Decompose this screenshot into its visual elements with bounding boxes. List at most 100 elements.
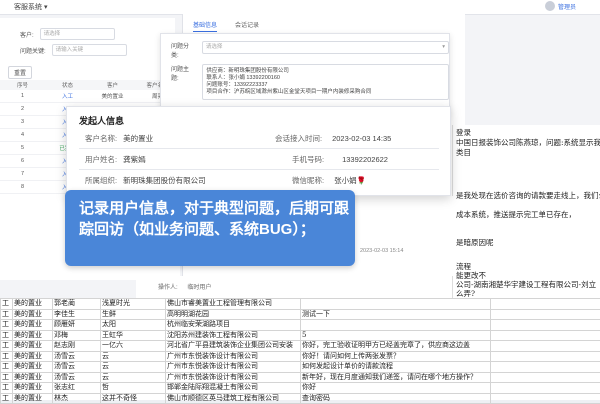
sheet-cell: 汤雪云 bbox=[53, 351, 101, 362]
wechat-value: 张小娟🌹 bbox=[334, 176, 366, 185]
sheet-cell: 林杰 bbox=[53, 393, 101, 404]
sheet-cell: 美的置业 bbox=[13, 362, 53, 373]
table-cell: 5 bbox=[0, 145, 45, 151]
sheet-cell: 云 bbox=[101, 372, 166, 383]
sheet-cell: 美的置业 bbox=[13, 299, 53, 310]
sheet-cell: 美的置业 bbox=[13, 309, 53, 320]
sheet-cell: 浅夏时光 bbox=[101, 299, 166, 310]
sheet-cell: 新年好，现在月度通知我们递签，请问在哪个地方操作？ bbox=[301, 372, 491, 383]
sheet-cell: 工 bbox=[1, 351, 13, 362]
sheet-cell: 工 bbox=[1, 383, 13, 394]
sheet-cell: 哲 bbox=[101, 383, 166, 394]
company-value: 新明珠集团股份有限公司 bbox=[123, 176, 206, 185]
sheet-row: 工美的置业张志红哲邯郸金陆际翔混凝土有限公司你好 bbox=[1, 383, 600, 394]
table-cell: 2 bbox=[0, 106, 45, 112]
sheet-cell bbox=[491, 372, 600, 383]
sheet-cell: 一亿六 bbox=[101, 341, 166, 352]
customer-filter-label: 客户: bbox=[20, 30, 34, 39]
sheet-cell: 李佳生 bbox=[53, 309, 101, 320]
topic-line: 联系人：张小娟 13392200160 bbox=[206, 75, 445, 82]
reset-button[interactable]: 重置 bbox=[8, 66, 32, 79]
sheet-cell: 工 bbox=[1, 320, 13, 331]
sheet-cell: 你好！请问如何上传两张发票？ bbox=[301, 351, 491, 362]
customer-filter-input[interactable]: 请选择 bbox=[40, 28, 115, 40]
operator-label: 操作人: 临时用户 bbox=[158, 282, 211, 291]
sheet-cell: 工 bbox=[1, 309, 13, 320]
customer-name-field: 客户名称:美的置业 bbox=[85, 133, 153, 144]
sheet-cell: 杭州临安荣湖路项目 bbox=[166, 320, 301, 331]
sheet-cell: 美的置业 bbox=[13, 372, 53, 383]
sheet-row: 工美的置业汤雪云云广州市东悦装饰设计有限公司如何发起设计单价的请款流程 bbox=[1, 362, 600, 373]
col-header: 状态 bbox=[45, 81, 90, 89]
session-time-value: 2023-02-03 14:35 bbox=[332, 134, 391, 143]
sheet-cell: 工 bbox=[1, 362, 13, 373]
top-bar: 客服系统 ▾ 管理员 bbox=[0, 0, 600, 15]
ticket-form: 问题分类: 请选择 问题主题: 供应商：新明珠集团股份有限公司 联系人：张小娟 … bbox=[160, 33, 450, 115]
doc-line: 类目 bbox=[456, 147, 471, 158]
user-name-field: 用户姓名:龚紫嫣 bbox=[85, 154, 146, 165]
sender-info-card: 发起人信息 客户名称:美的置业 会话接入时间:2023-02-03 14:35 … bbox=[66, 106, 451, 196]
ticket-list-header: 序号 状态 客户 客户名称 bbox=[0, 80, 180, 90]
topic-textarea[interactable]: 供应商：新明珠集团股份有限公司 联系人：张小娟 13392200160 问题账号… bbox=[202, 64, 449, 100]
sheet-cell: 云 bbox=[101, 351, 166, 362]
spreadsheet: 工美的置业郭老蔺浅夏时光佛山市睿美置业工程管理有限公司工美的置业李佳生生鲜高明明… bbox=[0, 298, 600, 400]
customer-name-label: 客户名称: bbox=[85, 134, 117, 143]
sheet-cell: 美的置业 bbox=[13, 383, 53, 394]
session-time-field: 会话接入时间: 2023-02-03 14:35 bbox=[275, 133, 391, 144]
filter-actions: 重置 bbox=[8, 66, 32, 79]
sheet-cell: 赵志刚 bbox=[53, 341, 101, 352]
sheet-cell: 广州市东悦装饰设计有限公司 bbox=[166, 351, 301, 362]
doc-line: 公司-湖南湘楚华宇建设工程有限公司-刘立 bbox=[456, 279, 596, 290]
sheet-cell: 汤雪云 bbox=[53, 362, 101, 373]
operator-label-text: 操作人: bbox=[158, 285, 178, 291]
tab-chat-record[interactable]: 会话记录 bbox=[235, 20, 259, 32]
sheet-cell bbox=[491, 309, 600, 320]
sheet-cell bbox=[301, 299, 491, 310]
sheet-cell: 工 bbox=[1, 393, 13, 404]
doc-line: 成本系统，推送提示完工单已存在， bbox=[456, 209, 576, 220]
col-header: 序号 bbox=[0, 81, 45, 89]
company-label: 所属组织: bbox=[85, 176, 117, 185]
table-cell: 美的置业 bbox=[90, 92, 135, 100]
wechat-field: 微信昵称:张小娟🌹 bbox=[292, 175, 366, 186]
category-row: 问题分类: 请选择 bbox=[171, 41, 449, 59]
table-cell: 7 bbox=[0, 171, 45, 177]
sheet-row: 工美的置业郭老蔺浅夏时光佛山市睿美置业工程管理有限公司 bbox=[1, 299, 600, 310]
sheet-cell: 汤雪云 bbox=[53, 372, 101, 383]
sheet-row: 工美的置业李佳生生鲜高明明湖花园测试一下 bbox=[1, 309, 600, 320]
col-header: 客户 bbox=[90, 81, 135, 89]
spreadsheet-table: 工美的置业郭老蔺浅夏时光佛山市睿美置业工程管理有限公司工美的置业李佳生生鲜高明明… bbox=[0, 298, 600, 404]
sheet-cell: 你好，完工验收证明甲方已经盖完章了，供应商这边盖 bbox=[301, 341, 491, 352]
user-name: 管理员 bbox=[558, 2, 576, 11]
sheet-cell: 广州市东悦装饰设计有限公司 bbox=[166, 362, 301, 373]
sheet-cell: 河北省广平县建筑装饰企业集团公司安装 bbox=[166, 341, 301, 352]
sheet-cell: 这并不奇怪 bbox=[101, 393, 166, 404]
topic-line: 供应商：新明珠集团股份有限公司 bbox=[206, 68, 445, 75]
annotation-callout: 记录用户信息，对于典型问题，后期可跟踪回访（如业务问题、系统BUG）； bbox=[65, 190, 355, 266]
table-cell: 8 bbox=[0, 184, 45, 190]
table-row[interactable]: 1入工美的置业周亮 bbox=[0, 90, 180, 103]
session-time-label: 会话接入时间: bbox=[275, 134, 322, 143]
tab-basic-info[interactable]: 基础信息 bbox=[193, 20, 217, 32]
sheet-row: 工美的置业顾雁妍太阳杭州临安荣湖路项目 bbox=[1, 320, 600, 331]
sheet-cell: 太阳 bbox=[101, 320, 166, 331]
sheet-cell: 工 bbox=[1, 330, 13, 341]
divider bbox=[79, 148, 439, 149]
sheet-cell: 广州市东悦装饰设计有限公司 bbox=[166, 372, 301, 383]
sheet-cell: 生鲜 bbox=[101, 309, 166, 320]
topic-line: 问题账号：13392223337 bbox=[206, 82, 445, 89]
sheet-cell: 查询密码 bbox=[301, 393, 491, 404]
category-select[interactable]: 请选择 bbox=[202, 41, 449, 54]
sheet-cell: 佛山市睿美置业工程管理有限公司 bbox=[166, 299, 301, 310]
user-menu[interactable]: 管理员 bbox=[545, 1, 576, 11]
user-name-label: 用户姓名: bbox=[85, 155, 117, 164]
topic-label: 问题主题: bbox=[171, 64, 196, 100]
avatar bbox=[545, 1, 555, 11]
system-menu[interactable]: 客服系统 ▾ bbox=[14, 2, 47, 12]
sheet-cell: 工 bbox=[1, 341, 13, 352]
ticket-filter-input[interactable]: 请输入关键 bbox=[52, 44, 127, 56]
sheet-cell: 测试一下 bbox=[301, 309, 491, 320]
sheet-cell: 郭老蔺 bbox=[53, 299, 101, 310]
sheet-cell bbox=[301, 320, 491, 331]
sheet-cell: 王虹华 bbox=[101, 330, 166, 341]
